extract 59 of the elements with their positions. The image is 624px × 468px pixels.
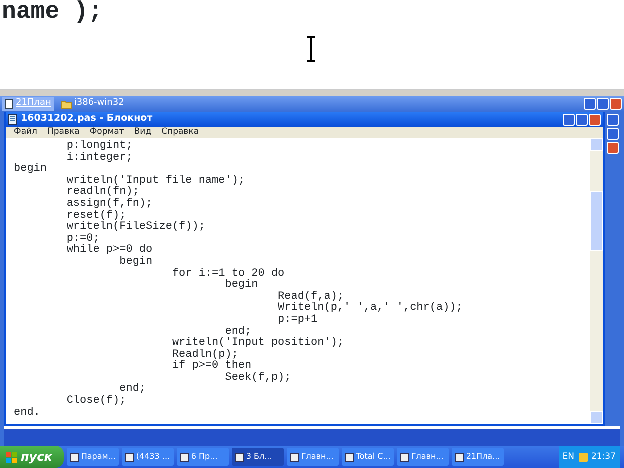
code-line: writeln('Input file name'); [66, 176, 246, 187]
code-line: reset(f); [66, 210, 126, 222]
scrollbar-thumb[interactable] [590, 191, 603, 251]
text-cursor-icon [306, 36, 316, 62]
window-tab[interactable]: 21План [2, 97, 54, 111]
menu-item[interactable]: Правка [47, 128, 80, 137]
code-line: while p>=0 do [66, 245, 153, 256]
menu-item[interactable]: Файл [14, 128, 38, 137]
window-title: 16031202.pas - Блокнот [21, 112, 153, 126]
window-tab[interactable]: i386-win32 [58, 97, 128, 111]
code-line: Seek(f,p); [224, 372, 292, 384]
code-line: p:longint; [66, 141, 133, 152]
code-line: end; [120, 384, 146, 396]
code-line: end. [14, 408, 40, 420]
start-button[interactable]: пуск [0, 446, 64, 468]
language-indicator[interactable]: EN [562, 450, 574, 464]
code-line: writeln(FileSize(f)); [66, 222, 206, 234]
code-line: readln(fn); [66, 187, 140, 198]
taskbar-button[interactable]: Total C... [342, 448, 394, 466]
window-icon [125, 452, 134, 462]
menu-item[interactable]: Вид [134, 128, 152, 137]
menu-item[interactable]: Справка [162, 128, 200, 137]
taskbar-button[interactable]: 21Пла... [452, 448, 504, 466]
code-line: end; [225, 326, 252, 338]
taskbar-button[interactable]: Парам... [67, 448, 120, 466]
code-line: assign(f,fn); [66, 198, 153, 210]
window-icon [235, 452, 244, 462]
code-line: p:=p+1 [277, 314, 318, 326]
window-icon [345, 452, 354, 462]
code-line: Close(f); [66, 396, 126, 408]
window-icon [180, 452, 190, 462]
code-line: i:integer; [66, 152, 133, 164]
window-icon [455, 452, 464, 462]
code-line: writeln('Input position'); [171, 338, 344, 350]
notepad-icon [8, 114, 17, 125]
window-icon [70, 452, 80, 462]
code-line: Readln(p); [171, 350, 238, 361]
window-icon [400, 452, 410, 462]
menu-item[interactable]: Формат [90, 128, 124, 137]
code-line: if p>=0 then [171, 361, 252, 372]
tray-icon [578, 452, 588, 462]
taskbar-button[interactable]: Главн... [397, 448, 450, 466]
taskbar-button[interactable]: 3 Бл... [232, 448, 284, 466]
code-line: Read(f,a); [277, 292, 344, 303]
code-line: Writeln(p,' ',a,' ',chr(a)); [277, 303, 463, 314]
editor-text: name ); [1, 0, 103, 26]
document-icon [5, 99, 14, 109]
code-line: begin [14, 164, 48, 176]
code-line: p:=0; [66, 234, 100, 245]
clock: 21:37 [592, 450, 616, 464]
taskbar-button[interactable]: Главн... [287, 448, 340, 466]
code-line: begin [118, 256, 153, 269]
code-line: for i:=1 to 20 do [171, 268, 285, 280]
taskbar-button[interactable]: (4433 ... [122, 448, 174, 466]
window-icon [290, 452, 300, 462]
windows-flag-icon [6, 452, 17, 462]
taskbar-button[interactable]: 6 Пр... [177, 448, 230, 466]
code-line: begin [224, 280, 258, 292]
folder-icon [61, 100, 72, 108]
